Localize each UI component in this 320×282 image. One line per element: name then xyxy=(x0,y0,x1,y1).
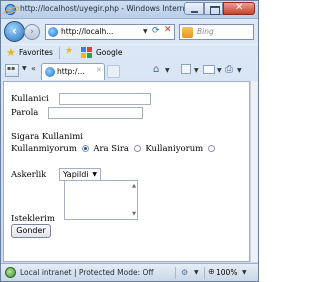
search-box[interactable]: Bing xyxy=(179,24,254,40)
scroll-up-icon[interactable]: ▲ xyxy=(132,183,136,189)
chevron-down-icon[interactable]: ▼ xyxy=(194,67,199,74)
chevron-down-icon[interactable]: ▼ xyxy=(237,67,242,74)
option-kullanmiyorum-label: Kullanmiyorum xyxy=(11,144,77,154)
ie-icon xyxy=(5,4,16,15)
refresh-icon[interactable]: ⟳ xyxy=(152,26,160,36)
divider xyxy=(59,47,60,59)
quick-tabs-button[interactable] xyxy=(5,64,19,77)
page-scrollbar[interactable] xyxy=(250,81,258,262)
kullanici-input[interactable] xyxy=(59,93,151,105)
new-tab-button[interactable] xyxy=(107,65,120,78)
maximize-button[interactable] xyxy=(204,2,223,15)
askerlik-selected-value: Yapildi xyxy=(63,170,89,179)
address-dropdown-icon[interactable]: ▼ xyxy=(143,28,148,35)
parola-label: Parola xyxy=(11,108,39,118)
tab-title: http:/... xyxy=(57,67,85,76)
bing-icon xyxy=(182,27,193,38)
gonder-button[interactable]: Gonder xyxy=(11,224,51,238)
chevron-down-icon: ▼ xyxy=(92,171,97,178)
askerlik-label: Askerlik xyxy=(11,170,47,180)
home-icon[interactable]: ⌂ xyxy=(153,64,159,75)
parola-input[interactable] xyxy=(48,107,143,119)
close-icon[interactable]: ✕ xyxy=(96,66,102,74)
sigara-options: Kullanmiyorum Ara Sira Kullaniyorum xyxy=(11,144,217,154)
feeds-icon[interactable] xyxy=(181,64,191,74)
print-icon[interactable]: ⎙ xyxy=(225,64,233,75)
navigation-bar: ‹ › http://localh... ▼ ⟳ ✕ Bing xyxy=(1,20,258,44)
address-bar[interactable]: http://localh... ▼ ⟳ ✕ xyxy=(45,24,175,40)
globe-icon xyxy=(5,267,16,278)
mail-icon[interactable] xyxy=(203,65,215,74)
google-icon xyxy=(81,47,93,59)
askerlik-row: Askerlik xyxy=(11,170,46,180)
radio-kullanmiyorum[interactable] xyxy=(81,145,89,152)
kullanici-row: Kullanici xyxy=(11,94,49,104)
option-kullaniyorum-label: Kullaniyorum xyxy=(145,144,204,154)
istekler-label: Isteklerim xyxy=(11,214,55,224)
star-icon[interactable]: ★ xyxy=(6,46,16,59)
status-bar: Local intranet | Protected Mode: Off ⚙ ▼… xyxy=(1,263,258,281)
window-title: http://localhost/uyegir.php - Windows In… xyxy=(20,4,188,13)
zoom-icon[interactable]: ⊕ xyxy=(208,267,215,276)
page-content: Kullanici Parola Sigara Kullanimi Kullan… xyxy=(3,81,250,262)
chevron-down-icon[interactable]: ▼ xyxy=(165,67,170,74)
add-favorite-icon[interactable]: ★ xyxy=(65,46,73,56)
option-ara-sira-label: Ara Sira xyxy=(93,144,129,154)
zone-status: Local intranet | Protected Mode: Off xyxy=(20,268,154,277)
tab-row: ▼ « http:/... ✕ ⌂ ▼ ▼ ▼ ⎙ ▼ xyxy=(1,61,258,81)
zoom-level[interactable]: 100% xyxy=(216,268,237,277)
chevron-down-icon[interactable]: ▼ xyxy=(194,269,199,276)
favorites-button[interactable]: Favorites xyxy=(19,48,53,57)
kullanici-label: Kullanici xyxy=(11,94,49,104)
title-bar: http://localhost/uyegir.php - Windows In… xyxy=(1,1,258,19)
stop-icon[interactable]: ✕ xyxy=(164,25,172,35)
forward-arrow-icon[interactable]: › xyxy=(24,24,40,40)
istekler-textarea[interactable]: ▲ ▼ xyxy=(64,180,138,220)
page-icon xyxy=(48,27,58,37)
window-controls xyxy=(184,2,255,15)
address-input[interactable]: http://localh... xyxy=(61,27,113,36)
sigara-heading: Sigara Kullanimi xyxy=(11,132,83,142)
protected-mode-icon[interactable]: ⚙ xyxy=(181,268,188,277)
chevron-down-icon[interactable]: ▼ xyxy=(242,269,247,276)
favorite-link-google[interactable]: Google xyxy=(96,48,122,57)
double-chevron-left-icon[interactable]: « xyxy=(31,64,36,73)
parola-row: Parola xyxy=(11,108,38,118)
chevron-down-icon[interactable]: ▼ xyxy=(217,67,222,74)
favorites-bar: ★ Favorites ★ Google xyxy=(1,44,258,61)
minimize-button[interactable] xyxy=(184,2,204,15)
browser-window: http://localhost/uyegir.php - Windows In… xyxy=(0,0,259,282)
radio-ara-sira[interactable] xyxy=(133,145,141,152)
page-icon xyxy=(45,67,55,77)
back-arrow-icon[interactable]: ‹ xyxy=(4,21,25,42)
search-input[interactable]: Bing xyxy=(197,27,214,36)
divider xyxy=(204,267,205,279)
close-button[interactable] xyxy=(223,2,255,15)
radio-kullaniyorum[interactable] xyxy=(207,145,215,152)
divider xyxy=(175,267,176,279)
tab-list-dropdown-icon[interactable]: ▼ xyxy=(22,65,27,72)
tab-current[interactable]: http:/... ✕ xyxy=(41,63,105,80)
scroll-down-icon[interactable]: ▼ xyxy=(132,211,136,217)
